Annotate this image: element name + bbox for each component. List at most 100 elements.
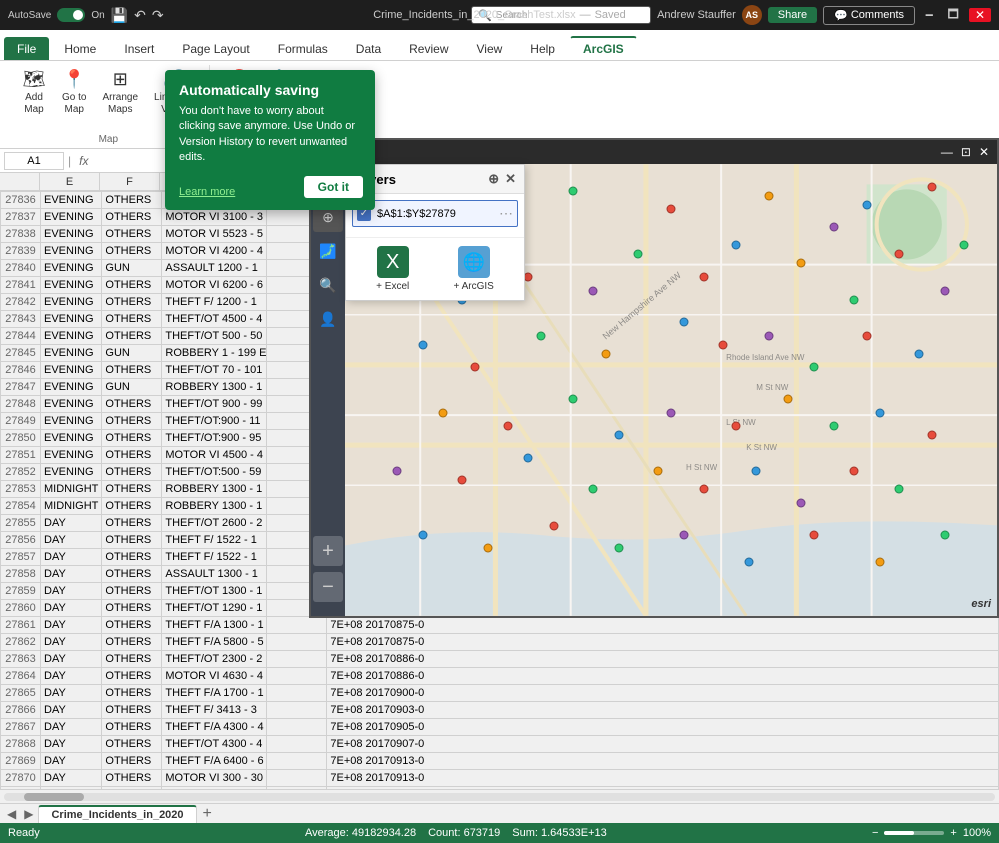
cell-f[interactable]: OTHERS — [102, 311, 162, 328]
cell-g[interactable]: THEFT F/ 1200 - 1 — [162, 294, 267, 311]
cell-f[interactable]: OTHERS — [102, 736, 162, 753]
cell-e[interactable]: EVENING — [41, 294, 102, 311]
cell-e[interactable]: DAY — [41, 702, 102, 719]
cell-g[interactable]: THEFT/OT 900 - 99 — [162, 396, 267, 413]
cell-g[interactable]: ASSAULT 1300 - 1 — [162, 566, 267, 583]
autosave-toggle[interactable] — [57, 8, 85, 22]
cell-e[interactable]: DAY — [41, 736, 102, 753]
map-sidebar-add-btn[interactable]: + — [313, 536, 343, 566]
arrange-maps-button[interactable]: ⊞ ArrangeMaps — [96, 65, 144, 119]
map-minimize-btn[interactable]: — — [941, 145, 953, 159]
cell-g[interactable]: THEFT F/A 1300 - 1 — [162, 617, 267, 634]
map-close-btn[interactable]: ✕ — [979, 145, 989, 159]
table-row[interactable]: 27866 DAY OTHERS THEFT F/ 3413 - 3 7E+08… — [1, 702, 999, 719]
cell-f[interactable]: OTHERS — [102, 413, 162, 430]
cell-f[interactable]: GUN — [102, 379, 162, 396]
cell-g[interactable]: MOTOR VI 300 - 30 — [162, 770, 267, 787]
cell-e[interactable]: DAY — [41, 770, 102, 787]
cell-g[interactable]: THEFT F/ 1522 - 1 — [162, 532, 267, 549]
cell-g[interactable]: THEFT/OT:900 - 11 — [162, 413, 267, 430]
cell-h[interactable] — [267, 685, 327, 702]
cell-g[interactable]: ROBBERY 1 - 199 E — [162, 345, 267, 362]
map-sidebar-minus-btn[interactable]: − — [313, 572, 343, 602]
cell-f[interactable]: OTHERS — [102, 566, 162, 583]
cell-e[interactable]: DAY — [41, 634, 102, 651]
cell-h[interactable] — [267, 617, 327, 634]
cell-f[interactable]: OTHERS — [102, 362, 162, 379]
cell-e[interactable]: DAY — [41, 719, 102, 736]
cell-e[interactable]: EVENING — [41, 396, 102, 413]
cell-e[interactable]: EVENING — [41, 413, 102, 430]
cell-f[interactable]: OTHERS — [102, 600, 162, 617]
cell-rest[interactable]: 137708 6 6C 5 501 Cluster 25 010600 2 10… — [327, 787, 999, 790]
cell-f[interactable]: OTHERS — [102, 651, 162, 668]
tab-formulas[interactable]: Formulas — [265, 37, 341, 60]
comments-button[interactable]: 💬 Comments — [823, 6, 915, 25]
cell-f[interactable]: OTHERS — [102, 209, 162, 226]
add-map-button[interactable]: 🗺 AddMap — [16, 65, 52, 119]
cell-e[interactable]: EVENING — [41, 430, 102, 447]
cell-h[interactable]: 399877 — [267, 787, 327, 790]
cell-e[interactable]: MIDNIGHT — [41, 498, 102, 515]
table-row[interactable]: 27861 DAY OTHERS THEFT F/A 1300 - 1 7E+0… — [1, 617, 999, 634]
cell-f[interactable]: OTHERS — [102, 549, 162, 566]
cell-rest[interactable]: 7E+08 20170905-0 — [327, 719, 999, 736]
table-row[interactable]: 27862 DAY OTHERS THEFT F/A 5800 - 5 7E+0… — [1, 634, 999, 651]
cell-g[interactable]: MOTOR VI 4630 - 4 — [162, 668, 267, 685]
cell-g[interactable]: THEFT F/A 5800 - 5 — [162, 634, 267, 651]
cell-rest[interactable]: 7E+08 20170903-0 — [327, 702, 999, 719]
cell-g[interactable]: MOTOR VI 4500 - 4 — [162, 447, 267, 464]
cell-g[interactable]: THEFT/OT 4300 - 4 — [162, 736, 267, 753]
cell-f[interactable]: GUN — [102, 260, 162, 277]
cell-h[interactable] — [267, 634, 327, 651]
cell-h[interactable] — [267, 770, 327, 787]
cell-e[interactable]: EVENING — [41, 260, 102, 277]
cell-f[interactable]: OTHERS — [102, 583, 162, 600]
cell-g[interactable]: THEFT/OT 2300 - 2 — [162, 651, 267, 668]
cell-f[interactable]: OTHERS — [102, 498, 162, 515]
table-row[interactable]: 27863 DAY OTHERS THEFT/OT 2300 - 2 7E+08… — [1, 651, 999, 668]
tab-page-layout[interactable]: Page Layout — [169, 37, 262, 60]
cell-g[interactable]: THEFT F/A 4300 - 4 — [162, 719, 267, 736]
cell-e[interactable]: DAY — [41, 753, 102, 770]
cell-e[interactable]: EVENING — [41, 192, 102, 209]
maximize-btn[interactable]: 🗖 — [944, 5, 963, 26]
cell-f[interactable]: OTHERS — [102, 617, 162, 634]
zoom-slider[interactable] — [884, 831, 944, 835]
cell-rest[interactable]: 7E+08 20170913-0 — [327, 753, 999, 770]
cell-g[interactable]: ROBBERY 1300 - 1 — [162, 379, 267, 396]
cell-f[interactable]: OTHERS — [102, 226, 162, 243]
cell-h[interactable] — [267, 651, 327, 668]
cell-g[interactable]: THEFT/OT 70 - 101 — [162, 362, 267, 379]
layers-close-icon[interactable]: ✕ — [505, 171, 516, 187]
horizontal-scrollbar[interactable] — [0, 789, 999, 803]
cell-g[interactable]: THEFT F/A 6400 - 6 — [162, 753, 267, 770]
tab-home[interactable]: Home — [51, 37, 109, 60]
cell-f[interactable]: OTHERS — [102, 634, 162, 651]
cell-e[interactable]: DAY — [41, 600, 102, 617]
cell-f[interactable]: OTHERS — [102, 719, 162, 736]
layer-item[interactable]: ✓ $A$1:$Y$27879 ⋯ — [352, 200, 518, 227]
cell-g[interactable]: THEFT/OT:500 - 59 — [162, 464, 267, 481]
cell-rest[interactable]: 7E+08 20170900-0 — [327, 685, 999, 702]
cell-e[interactable]: DAY — [41, 685, 102, 702]
cell-e[interactable]: DAY — [41, 668, 102, 685]
table-row[interactable]: 27865 DAY OTHERS THEFT F/A 1700 - 1 7E+0… — [1, 685, 999, 702]
cell-rest[interactable]: 7E+08 20170875-0 — [327, 617, 999, 634]
cell-f[interactable]: OTHERS — [102, 787, 162, 790]
cell-e[interactable]: DAY — [41, 532, 102, 549]
tab-scroll-right[interactable]: ▶ — [21, 807, 36, 821]
cell-g[interactable]: THEFT/OT 1300 - 1 — [162, 583, 267, 600]
scroll-track[interactable] — [4, 793, 995, 801]
minimize-btn[interactable]: 🗕 — [921, 5, 938, 26]
goto-map-button[interactable]: 📍 Go toMap — [56, 65, 92, 119]
cell-e[interactable]: EVENING — [41, 328, 102, 345]
tab-data[interactable]: Data — [343, 37, 394, 60]
cell-g[interactable]: THEFT F/ 3413 - 3 — [162, 702, 267, 719]
map-sidebar-search-btn[interactable]: 🔍 — [313, 270, 343, 300]
cell-e[interactable]: EVENING — [41, 243, 102, 260]
add-sheet-btn[interactable]: + — [199, 805, 216, 823]
cell-e[interactable]: DAY — [41, 787, 102, 790]
cell-f[interactable]: OTHERS — [102, 430, 162, 447]
cell-g[interactable]: THEFT F/A 1700 - 1 — [162, 685, 267, 702]
